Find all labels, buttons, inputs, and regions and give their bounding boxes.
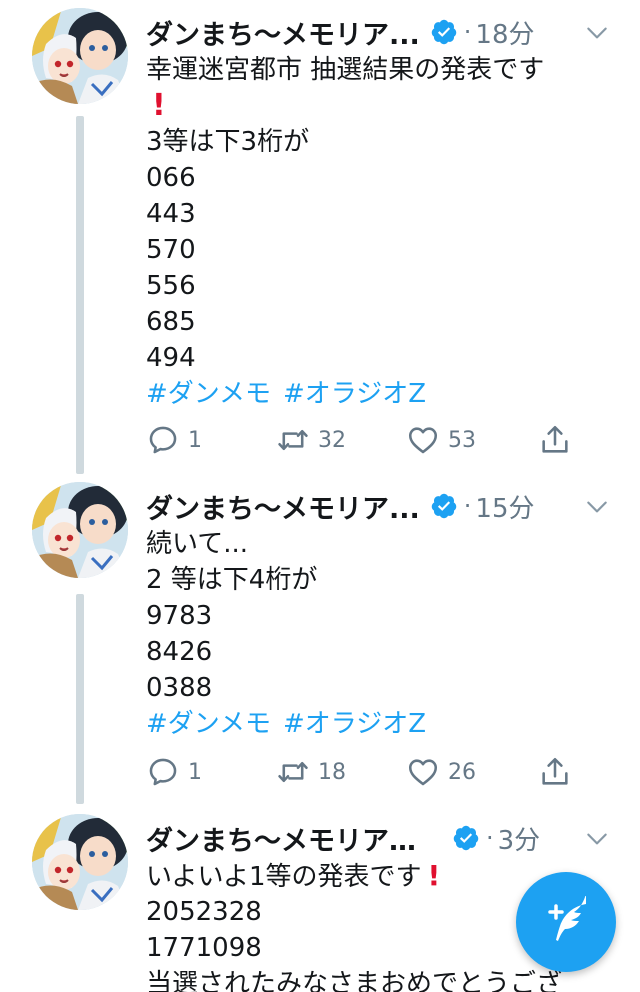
separator-dot: · — [463, 18, 472, 46]
text-line: 2 等は下4桁が — [146, 565, 318, 595]
text-line: 494 — [146, 343, 196, 373]
hashtag-link[interactable]: #ダンメモ — [146, 709, 271, 739]
text-line: 556 — [146, 271, 196, 301]
tweet-text: 続いて... 2 等は下4桁が 9783 8426 0388 #ダンメモ #オラジ… — [146, 526, 616, 742]
like-button[interactable]: 53 — [406, 423, 536, 457]
separator-dot: · — [486, 824, 494, 852]
text-line: 8426 — [146, 637, 213, 667]
share-icon — [538, 423, 572, 457]
tweet[interactable]: ダンまち～メモリア... · 15分 続いて... 2 等は下4桁が 9783 … — [0, 482, 640, 808]
hashtag-link[interactable]: #オラジオZ — [283, 709, 426, 739]
chevron-down-icon[interactable] — [584, 494, 610, 520]
reply-button[interactable]: 1 — [146, 423, 276, 457]
author-name[interactable]: ダンまち～メモリア・... — [146, 819, 442, 858]
retweet-count: 32 — [318, 427, 346, 453]
tweet-actions: 1 32 53 — [146, 420, 580, 460]
tweet-header: ダンまち～メモリア... · 15分 — [146, 486, 616, 526]
text-line: 9783 — [146, 601, 213, 631]
text-line: 当選されたみなさまおめでとうござ — [146, 969, 563, 992]
chevron-down-icon[interactable] — [584, 20, 610, 46]
hashtags: #ダンメモ #オラジオZ — [146, 706, 616, 742]
author-name[interactable]: ダンまち～メモリア... — [146, 487, 420, 526]
retweet-icon — [276, 423, 310, 457]
hashtag-link[interactable]: #オラジオZ — [283, 379, 426, 409]
compose-tweet-button[interactable] — [516, 872, 616, 972]
text-line: 幸運迷宮都市 抽選結果の発表です — [146, 55, 545, 85]
like-button[interactable]: 26 — [406, 755, 536, 789]
retweet-icon — [276, 755, 310, 789]
tweet-text: 幸運迷宮都市 抽選結果の発表です ! 3等は下3桁が 066 443 570 5… — [146, 52, 616, 412]
avatar[interactable] — [32, 8, 128, 104]
retweet-button[interactable]: 32 — [276, 423, 406, 457]
share-button[interactable] — [538, 755, 580, 789]
hashtag-link[interactable]: #ダンメモ — [146, 379, 271, 409]
hashtags: #ダンメモ #オラジオZ — [146, 376, 616, 412]
heart-icon — [406, 423, 440, 457]
tweet[interactable]: ダンまち～メモリア... · 18分 幸運迷宮都市 抽選結果の発表です ! 3等… — [0, 8, 640, 478]
timeline: ダンまち～メモリア... · 18分 幸運迷宮都市 抽選結果の発表です ! 3等… — [0, 0, 640, 992]
tweet-actions: 1 18 26 — [146, 752, 580, 792]
tweet-header: ダンまち～メモリア... · 18分 — [146, 12, 616, 52]
avatar[interactable] — [32, 482, 128, 578]
text-line: 685 — [146, 307, 196, 337]
chevron-down-icon[interactable] — [584, 826, 610, 852]
retweet-button[interactable]: 18 — [276, 755, 406, 789]
like-count: 26 — [448, 759, 476, 785]
author-name[interactable]: ダンまち～メモリア... — [146, 13, 420, 52]
heart-icon — [406, 755, 440, 789]
avatar[interactable] — [32, 814, 128, 910]
reply-icon — [146, 755, 180, 789]
share-icon — [538, 755, 572, 789]
like-count: 53 — [448, 427, 476, 453]
reply-count: 1 — [188, 427, 202, 453]
text-segment: いよいよ1等の発表です — [146, 862, 422, 892]
timestamp[interactable]: 18分 — [475, 14, 534, 51]
compose-tweet-icon — [548, 896, 586, 941]
timestamp[interactable]: 15分 — [475, 488, 534, 525]
text-line: 570 — [146, 235, 196, 265]
text-line: 続いて... — [146, 529, 249, 559]
timestamp[interactable]: 3分 — [498, 820, 541, 857]
verified-badge-icon — [430, 492, 458, 520]
verified-badge-icon — [430, 18, 458, 46]
exclamation-mark: ! — [427, 859, 441, 892]
exclamation-mark: ! — [152, 88, 166, 123]
text-line: 443 — [146, 199, 196, 229]
reply-icon — [146, 423, 180, 457]
reply-count: 1 — [188, 759, 202, 785]
retweet-count: 18 — [318, 759, 346, 785]
tweet-header: ダンまち～メモリア・... · 3分 — [146, 818, 616, 858]
text-line: 3等は下3桁が — [146, 127, 310, 157]
text-line: 0388 — [146, 673, 213, 703]
text-line: 066 — [146, 163, 196, 193]
verified-badge-icon — [452, 824, 480, 852]
reply-button[interactable]: 1 — [146, 755, 276, 789]
share-button[interactable] — [538, 423, 580, 457]
separator-dot: · — [463, 492, 472, 520]
